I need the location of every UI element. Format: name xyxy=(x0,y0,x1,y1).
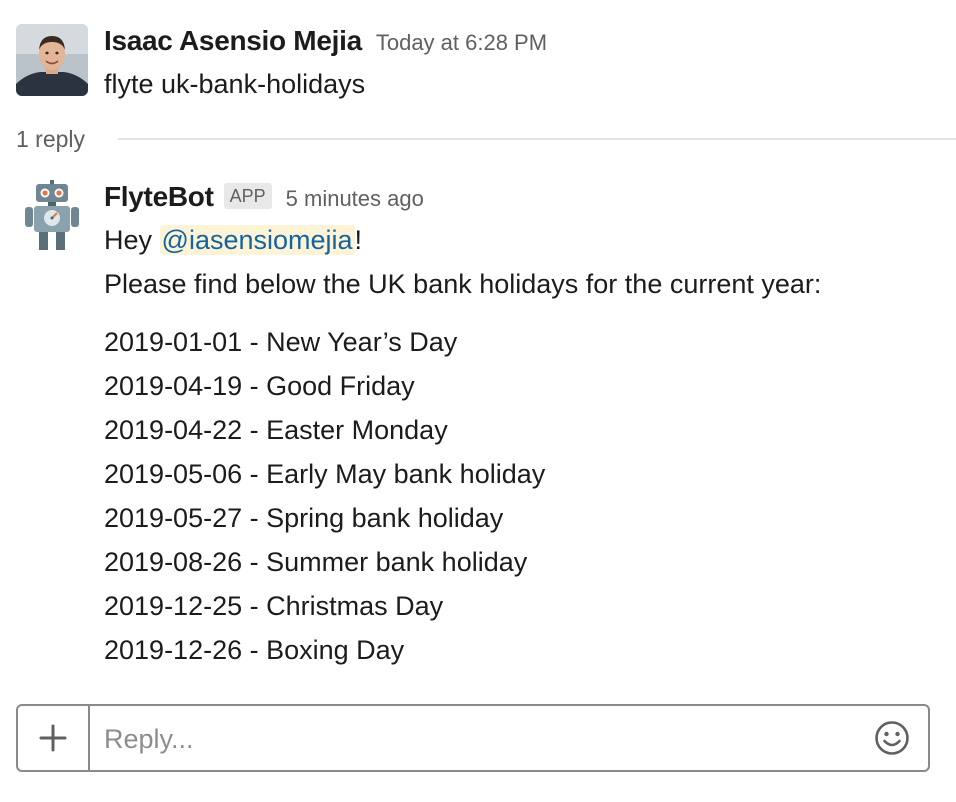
reply-count: 1 reply xyxy=(16,126,86,152)
robot-avatar-icon xyxy=(16,180,88,252)
greeting-suffix: ! xyxy=(354,225,363,255)
app-badge: APP xyxy=(223,183,272,209)
greeting-line: Hey @iasensiomejia! xyxy=(104,218,936,262)
holiday-item: 2019-05-27 - Spring bank holiday xyxy=(104,503,504,533)
plus-icon xyxy=(39,724,67,752)
bot-avatar[interactable] xyxy=(16,180,88,252)
smiley-icon xyxy=(875,721,909,755)
reply-author-name[interactable]: FlyteBot xyxy=(104,181,214,212)
user-photo-avatar-icon xyxy=(16,24,88,96)
parent-message-header: Isaac Asensio Mejia Today at 6:28 PM xyxy=(104,24,936,58)
emoji-button[interactable] xyxy=(874,720,910,756)
divider-line xyxy=(118,138,956,140)
parent-message-text: flyte uk-bank-holidays xyxy=(104,69,366,99)
add-attachment-button[interactable] xyxy=(18,706,90,770)
holiday-item: 2019-04-19 - Good Friday xyxy=(104,371,415,401)
holiday-item: 2019-12-26 - Boxing Day xyxy=(104,635,405,665)
holiday-item: 2019-04-22 - Easter Monday xyxy=(104,415,448,445)
user-mention[interactable]: @iasensiomejia xyxy=(159,225,355,255)
user-avatar[interactable] xyxy=(16,24,88,96)
reply-message-header: FlyteBot APP 5 minutes ago xyxy=(104,180,936,214)
parent-author-name[interactable]: Isaac Asensio Mejia xyxy=(104,25,362,56)
reply-timestamp[interactable]: 5 minutes ago xyxy=(286,186,424,211)
parent-timestamp[interactable]: Today at 6:28 PM xyxy=(376,30,547,55)
intro-text: Please find below the UK bank holidays f… xyxy=(104,269,822,299)
reply-composer xyxy=(16,704,930,772)
holiday-item: 2019-05-06 - Early May bank holiday xyxy=(104,459,546,489)
greeting-prefix: Hey xyxy=(104,225,160,255)
holiday-item: 2019-01-01 - New Year’s Day xyxy=(104,327,458,357)
holiday-item: 2019-08-26 - Summer bank holiday xyxy=(104,547,528,577)
reply-input[interactable] xyxy=(90,706,868,772)
reply-divider: 1 reply xyxy=(16,122,956,156)
holiday-item: 2019-12-25 - Christmas Day xyxy=(104,591,444,621)
holiday-list: 2019-01-01 - New Year’s Day 2019-04-19 -… xyxy=(104,320,936,672)
